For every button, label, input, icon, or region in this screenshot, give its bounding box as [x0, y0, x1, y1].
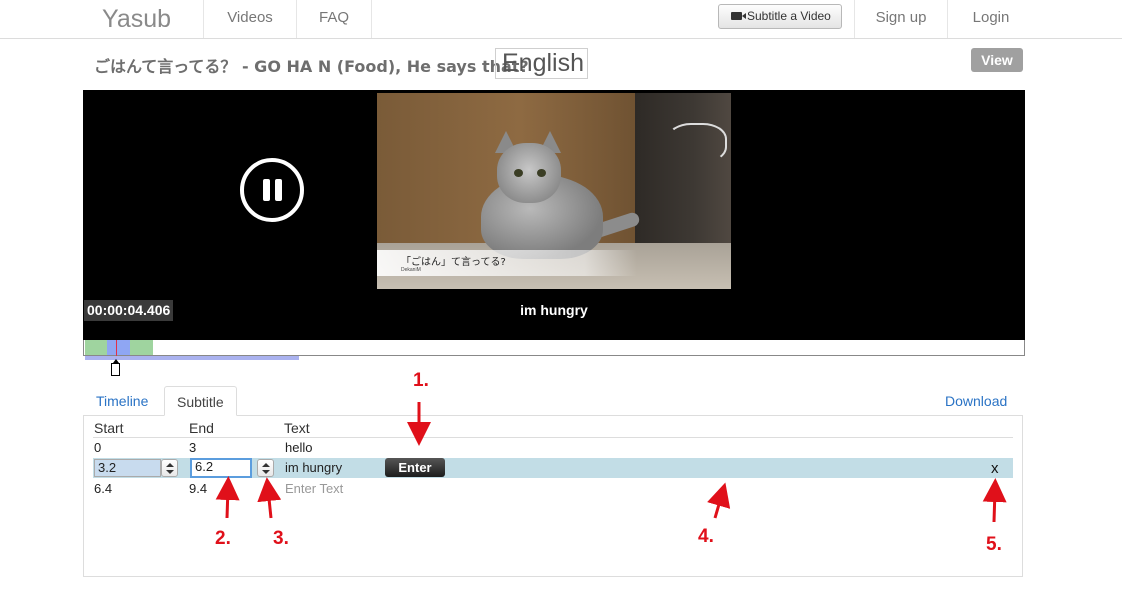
tab-subtitle[interactable]: Subtitle — [164, 386, 237, 416]
annotation-arrows — [215, 402, 1007, 523]
annotation-label-1: 1. — [413, 370, 429, 391]
annotation-label-5: 5. — [986, 534, 1002, 555]
annotation-label-3: 3. — [273, 528, 289, 549]
annotation-label-4: 4. — [698, 526, 714, 547]
annotation-label-2: 2. — [215, 528, 231, 549]
